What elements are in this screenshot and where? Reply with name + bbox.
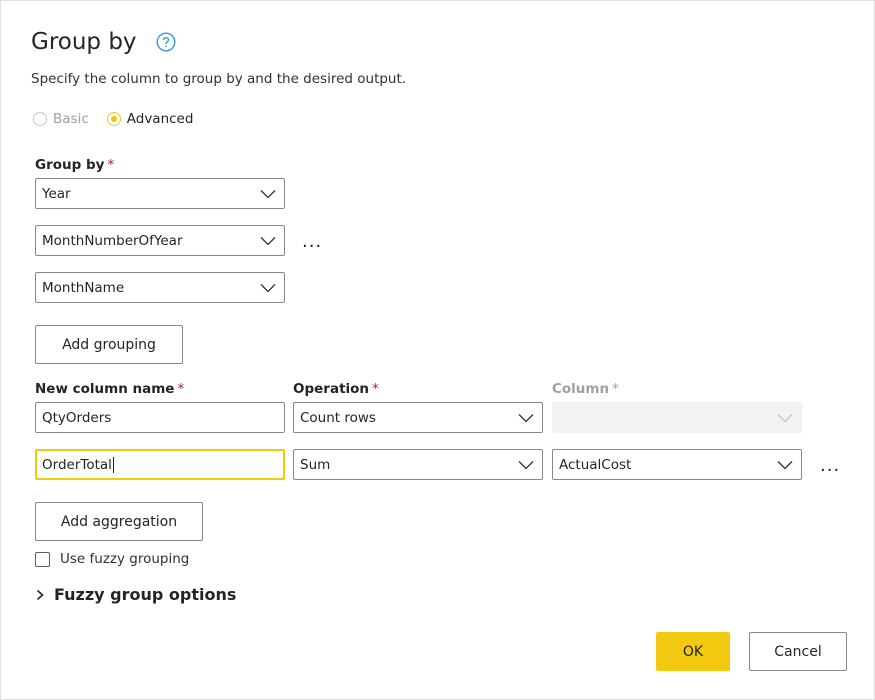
ok-button[interactable]: OK (656, 632, 730, 671)
add-grouping-button[interactable]: Add grouping (35, 325, 183, 364)
dialog-subtitle: Specify the column to group by and the d… (31, 71, 407, 87)
column-select-value: ActualCost (559, 456, 632, 473)
operation-header: Operation * (293, 381, 379, 397)
group-by-select-year[interactable]: Year (35, 178, 285, 209)
chevron-down-icon (518, 460, 534, 469)
new-column-name-header: New column name * (35, 381, 184, 397)
chevron-down-icon (518, 413, 534, 422)
help-icon[interactable] (156, 32, 176, 52)
mode-radio-group: Basic Advanced (33, 111, 211, 127)
group-by-select-monthnumberofyear[interactable]: MonthNumberOfYear (35, 225, 285, 256)
new-column-name-header-text: New column name (35, 381, 175, 397)
group-by-label-text: Group by (35, 157, 105, 173)
chevron-down-icon (260, 236, 276, 245)
operation-select-count-rows[interactable]: Count rows (293, 402, 543, 433)
chevron-right-icon (36, 589, 44, 600)
operation-header-text: Operation (293, 381, 370, 397)
required-mark: * (107, 157, 115, 173)
group-by-select-value: Year (42, 185, 71, 202)
text-caret (112, 456, 114, 473)
chevron-down-icon (777, 460, 793, 469)
advanced-radio-label: Advanced (126, 111, 194, 127)
column-header: Column * (552, 381, 619, 397)
cancel-button[interactable]: Cancel (749, 632, 847, 671)
basic-radio-label: Basic (53, 111, 89, 127)
new-column-name-value: QtyOrders (42, 409, 112, 426)
basic-radio-circle (33, 112, 47, 126)
new-column-name-input-ordertotal[interactable]: OrderTotal (35, 449, 285, 480)
dialog-title: Group by (31, 29, 137, 55)
new-column-name-input-qtyorders[interactable]: QtyOrders (35, 402, 285, 433)
fuzzy-group-options-label: Fuzzy group options (54, 585, 237, 604)
column-select-actualcost[interactable]: ActualCost (552, 449, 802, 480)
advanced-radio-circle (106, 112, 121, 126)
aggregation-more-options-button[interactable]: ... (820, 457, 840, 475)
chevron-down-icon (260, 283, 276, 292)
operation-select-value: Count rows (300, 409, 376, 426)
advanced-radio[interactable]: Advanced (106, 111, 194, 127)
basic-radio[interactable]: Basic (33, 111, 89, 127)
required-mark: * (372, 381, 379, 397)
fuzzy-group-options-expander[interactable]: Fuzzy group options (35, 585, 236, 604)
new-column-name-value: OrderTotal (42, 456, 112, 473)
group-by-label: Group by * (35, 157, 114, 173)
operation-select-sum[interactable]: Sum (293, 449, 543, 480)
use-fuzzy-grouping-option[interactable]: Use fuzzy grouping (35, 551, 189, 567)
chevron-down-icon (260, 189, 276, 198)
group-by-select-value: MonthName (42, 279, 125, 296)
use-fuzzy-grouping-label: Use fuzzy grouping (60, 551, 190, 567)
required-mark: * (612, 381, 619, 397)
column-header-text: Column (552, 381, 610, 397)
operation-select-value: Sum (300, 456, 331, 473)
column-select-disabled (552, 402, 802, 433)
grouping-more-options-button[interactable]: ... (302, 233, 322, 251)
chevron-down-icon (777, 413, 793, 422)
group-by-select-value: MonthNumberOfYear (42, 232, 183, 249)
add-aggregation-button[interactable]: Add aggregation (35, 502, 203, 541)
required-mark: * (177, 381, 185, 397)
group-by-select-monthname[interactable]: MonthName (35, 272, 285, 303)
group-by-dialog: Group by Specify the column to group by … (0, 0, 875, 700)
use-fuzzy-grouping-checkbox[interactable] (35, 551, 50, 567)
